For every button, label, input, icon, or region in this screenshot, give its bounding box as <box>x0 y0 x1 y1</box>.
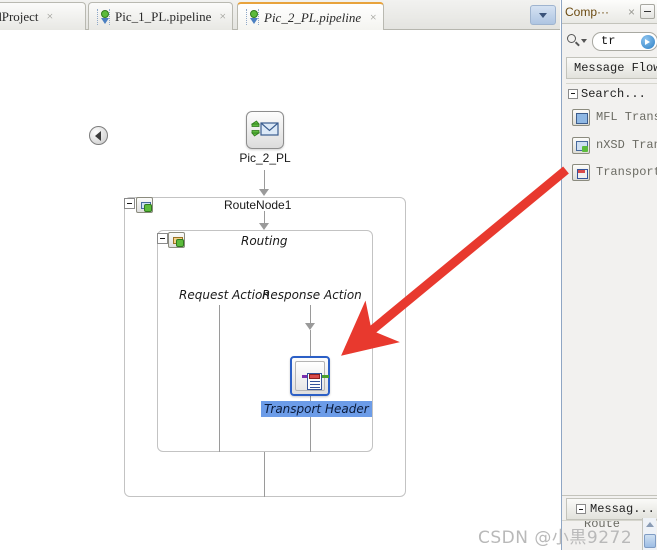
watermark-text: CSDN @小黒9272 <box>478 528 633 548</box>
palette-section-label: Messag... <box>590 502 655 516</box>
request-action-label: Request Action <box>179 288 270 302</box>
routing-container[interactable] <box>157 230 373 452</box>
request-branch-line <box>219 305 220 452</box>
palette-group-search[interactable]: Search... <box>566 83 657 103</box>
palette-section-label: Message Flow <box>574 61 657 75</box>
tab-label: Pic_2_PL.pipeline <box>264 9 362 25</box>
start-node[interactable] <box>246 111 284 149</box>
start-node-label: Pic_2_PL <box>239 151 291 165</box>
nxsd-translate-icon <box>572 136 590 154</box>
scrollbar-thumb[interactable] <box>644 534 656 548</box>
pipeline-icon <box>97 8 110 25</box>
palette-section-message-bottom[interactable]: Messag... <box>566 498 657 520</box>
palette-divider <box>562 495 657 496</box>
tab-label: LoadProject <box>0 9 39 24</box>
tab-pic-1-pl-pipeline[interactable]: Pic_1_PL.pipeline × <box>88 2 234 30</box>
connector-arrowhead <box>259 189 269 196</box>
go-arrow-icon[interactable] <box>641 34 655 49</box>
search-field[interactable] <box>592 31 657 51</box>
response-branch-line <box>310 330 311 356</box>
palette-item-label: Transport H <box>596 165 657 179</box>
palette-item-transport-header[interactable]: Transport H <box>566 160 657 184</box>
application-window: LoadProject × Pic_1_PL.pipeline × Pic_2_… <box>0 0 657 550</box>
routing-collapse-toggle[interactable] <box>157 233 168 244</box>
palette-scrollbar[interactable] <box>642 518 656 550</box>
response-action-label: Response Action <box>262 288 362 302</box>
scroll-up-icon[interactable] <box>646 522 654 527</box>
search-icon[interactable] <box>566 31 588 51</box>
transport-header-node-label[interactable]: Transport Header <box>261 401 372 417</box>
transport-header-icon <box>572 163 590 181</box>
tab-close-icon[interactable]: × <box>47 9 54 24</box>
palette-item-mfl-translate[interactable]: MFL Transl <box>566 105 657 129</box>
group-collapse-toggle[interactable] <box>568 88 578 99</box>
connector-arrowhead <box>259 223 269 230</box>
tab-close-icon[interactable]: × <box>219 9 226 24</box>
chevron-down-icon[interactable] <box>530 5 556 25</box>
close-icon[interactable]: × <box>626 5 637 19</box>
mfl-translate-icon <box>572 108 590 126</box>
transport-header-node[interactable] <box>290 356 330 396</box>
transport-header-icon <box>295 361 329 391</box>
tab-close-icon[interactable]: × <box>369 10 377 25</box>
tab-label: Pic_1_PL.pipeline <box>115 9 212 24</box>
palette-item-label: nXSD Transl <box>596 138 657 152</box>
palette-item-nxsd-translate[interactable]: nXSD Transl <box>566 133 657 157</box>
tab-pic-2-pl-pipeline[interactable]: Pic_2_PL.pipeline × <box>237 2 385 30</box>
palette-group-label: Search... <box>581 86 646 101</box>
pipeline-canvas[interactable]: Pic_2_PL RouteNode1 Routing Request Acti… <box>0 30 560 550</box>
components-palette-panel: Comp··· × Message Flow Search... MFL Tra… <box>561 0 657 550</box>
route-node-collapse-toggle[interactable] <box>124 198 135 209</box>
route-node-title: RouteNode1 <box>224 198 292 212</box>
section-collapse-toggle[interactable] <box>576 504 586 514</box>
minimize-icon[interactable] <box>640 4 655 19</box>
editor-tab-bar: LoadProject × Pic_1_PL.pipeline × Pic_2_… <box>0 0 560 30</box>
palette-item-label: MFL Transl <box>596 110 657 124</box>
routing-icon <box>168 232 185 248</box>
palette-title: Comp··· <box>565 4 609 19</box>
merge-line <box>264 452 265 497</box>
tab-loadproject[interactable]: LoadProject × <box>0 2 86 30</box>
palette-section-message-flow[interactable]: Message Flow <box>566 57 657 79</box>
pipeline-icon <box>246 9 259 25</box>
collapse-orb-button[interactable] <box>89 126 108 145</box>
routing-title: Routing <box>241 234 288 248</box>
connector-arrowhead <box>305 323 315 330</box>
route-node-icon <box>136 197 153 213</box>
palette-search-bar <box>566 29 657 53</box>
palette-titlebar: Comp··· × <box>562 0 657 24</box>
message-envelope-icon <box>250 120 279 137</box>
